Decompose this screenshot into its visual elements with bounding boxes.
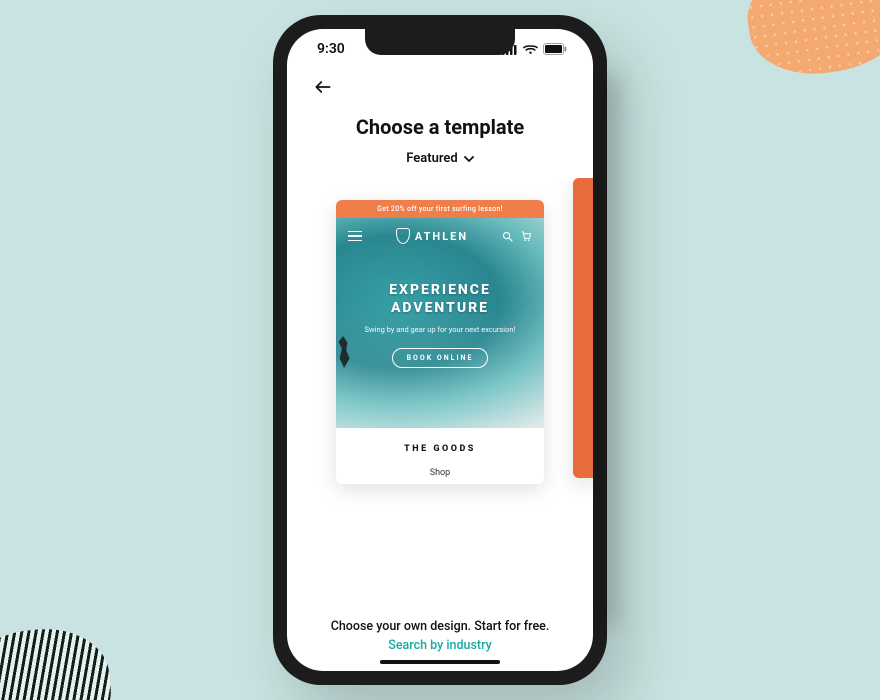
page-header: Choose a template Featured <box>287 69 593 178</box>
template-hero: ATHLEN EXPERIENCE ADVENTURE Swing by and… <box>336 218 544 428</box>
footer-text: Choose your own design. Start for free. <box>303 619 577 634</box>
menu-icon <box>348 231 362 241</box>
decorative-blob-top-right <box>741 0 880 83</box>
wifi-icon <box>523 44 538 55</box>
battery-icon <box>543 43 567 55</box>
search-by-industry-link[interactable]: Search by industry <box>303 638 577 653</box>
hero-headline: EXPERIENCE ADVENTURE <box>348 282 532 317</box>
template-brand: ATHLEN <box>396 228 468 244</box>
filter-label: Featured <box>406 151 458 166</box>
template-card[interactable]: Get 20% off your first surfing lesson! A… <box>336 200 544 484</box>
decorative-blob-bottom-left <box>0 624 115 700</box>
section-subtitle: Shop <box>344 468 536 478</box>
template-card-next-peek[interactable] <box>573 178 593 478</box>
template-section: THE GOODS Shop <box>336 428 544 484</box>
hero-subtext: Swing by and gear up for your next excur… <box>348 325 532 336</box>
device-notch <box>365 29 515 55</box>
phone-frame: 9:30 Choose a template <box>273 15 607 685</box>
arrow-left-icon <box>313 77 333 97</box>
cart-icon <box>521 231 532 242</box>
status-time: 9:30 <box>317 41 345 57</box>
template-topbar: ATHLEN <box>348 228 532 244</box>
promo-banner: Get 20% off your first surfing lesson! <box>336 200 544 218</box>
page-title: Choose a template <box>309 115 571 139</box>
template-carousel[interactable]: Get 20% off your first surfing lesson! A… <box>287 178 593 619</box>
search-icon <box>502 231 513 242</box>
shield-icon <box>396 228 410 244</box>
phone-shadow <box>589 75 619 625</box>
hero-headline-line1: EXPERIENCE <box>389 282 491 298</box>
screen: 9:30 Choose a template <box>287 29 593 671</box>
hero-headline-line2: ADVENTURE <box>391 300 489 316</box>
home-indicator[interactable] <box>380 660 500 664</box>
back-button[interactable] <box>309 73 337 101</box>
brand-name: ATHLEN <box>415 230 468 243</box>
filter-dropdown[interactable]: Featured <box>309 151 571 166</box>
hero-cta-button: BOOK ONLINE <box>392 348 489 368</box>
chevron-down-icon <box>464 154 474 164</box>
section-title: THE GOODS <box>344 444 536 454</box>
